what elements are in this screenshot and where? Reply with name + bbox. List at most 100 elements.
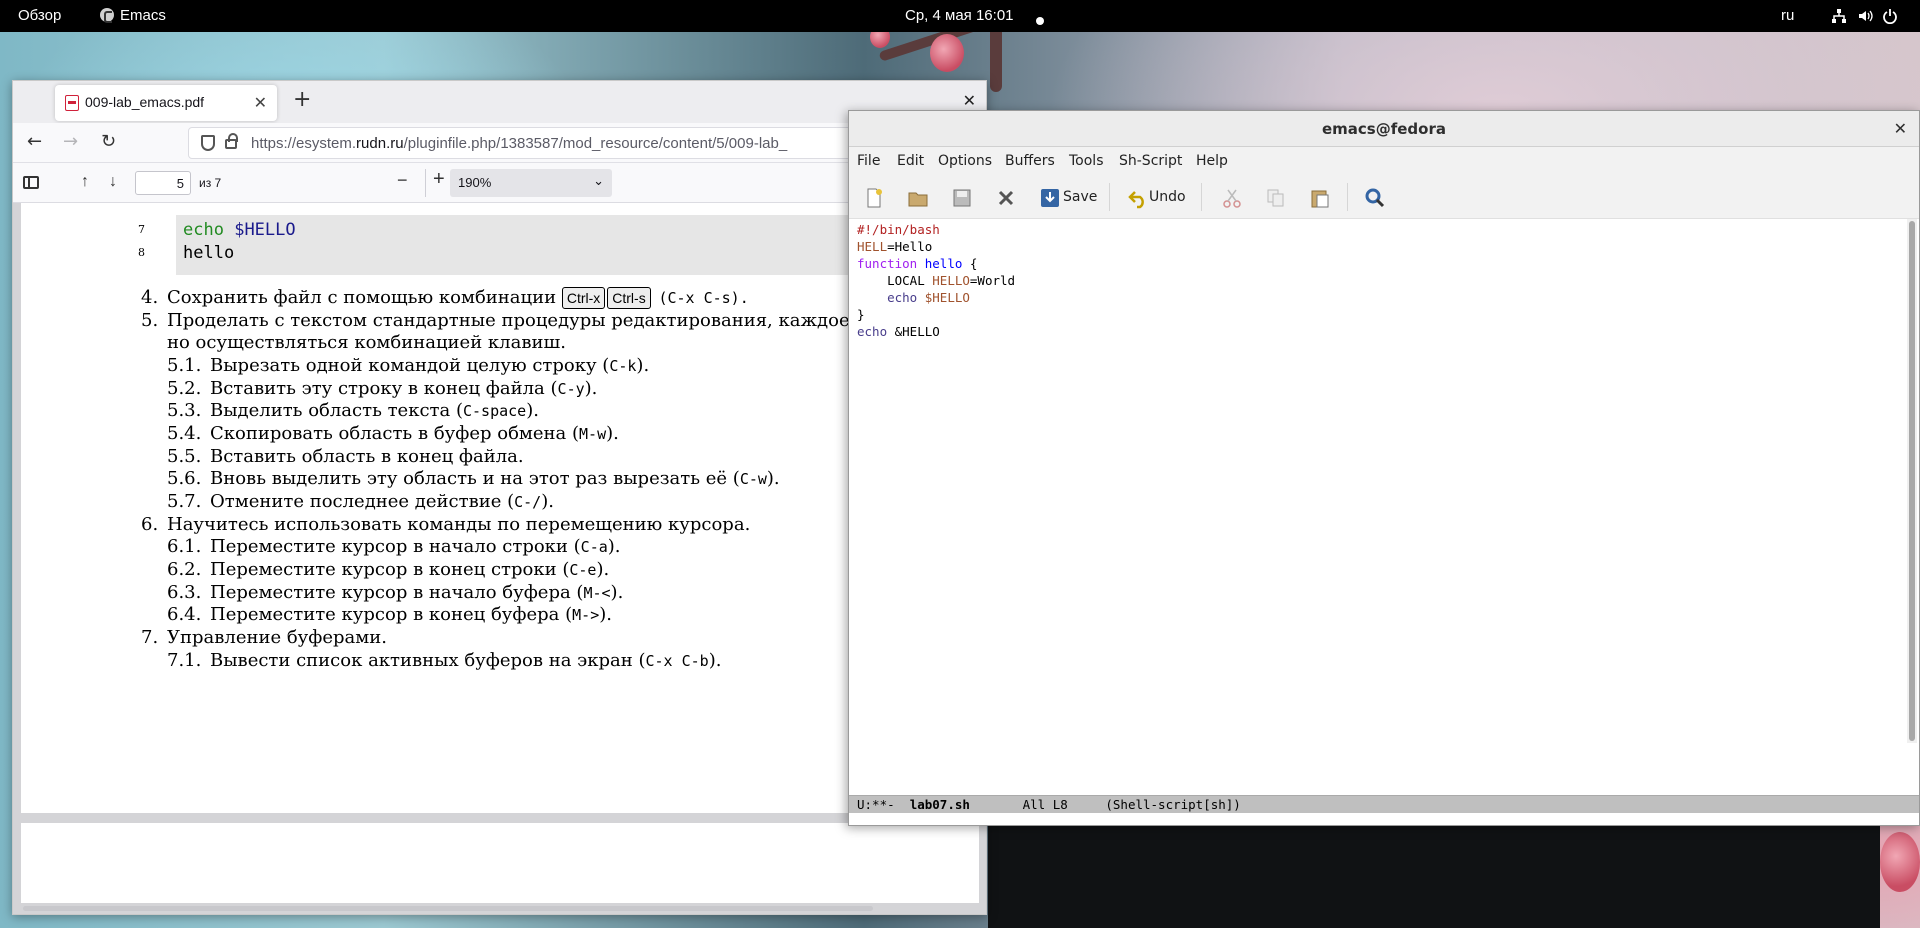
list-item: 6.4. Переместите курсор в конец буфера (M… (167, 604, 612, 625)
page-number-input[interactable]: 5 (135, 171, 191, 195)
pdf-next-page (21, 823, 979, 903)
key-ctrl-s: Ctrl-s (607, 287, 651, 309)
list-item: 5.6. Вновь выделить эту область и на этот… (167, 468, 780, 489)
tab-close-icon[interactable]: ✕ (254, 93, 267, 113)
source-line: echo &HELLO (857, 324, 940, 339)
horizontal-scrollbar[interactable] (23, 906, 873, 911)
wallpaper-branch (878, 32, 1129, 62)
page-count: из 7 (199, 176, 222, 190)
list-item: 6.2. Переместите курсор в конец строки (C… (167, 559, 610, 580)
list-item: 5.3. Выделить область текста (C-space). (167, 400, 539, 421)
list-item: 5.1. Вырезать одной командой целую строку… (167, 355, 650, 376)
emacs-app-icon (100, 8, 114, 23)
list-item: 5.2. Вставить эту строку в конец файла (C… (167, 378, 598, 399)
url-text: https://esystem.rudn.ru/pluginfile.php/1… (251, 135, 788, 152)
source-line: } (857, 307, 865, 322)
keyboard-layout-indicator[interactable]: ru (1781, 7, 1794, 24)
save-button[interactable]: Save (1063, 189, 1097, 205)
menu-edit[interactable]: Edit (897, 153, 924, 169)
modeline-major-mode[interactable]: (Shell-script[sh]) (1105, 797, 1240, 812)
code-line: echo $HELLO (183, 220, 296, 240)
cut-scissors-icon[interactable] (1221, 187, 1243, 209)
list-item: 6. Научитесь использовать команды по пере… (141, 514, 751, 535)
zoom-value: 190% (458, 175, 492, 190)
toolbar-separator (1201, 183, 1202, 211)
zoom-select[interactable]: 190% ⌄ (450, 169, 612, 197)
reload-icon[interactable]: ↻ (101, 132, 116, 152)
toolbar-separator (1347, 183, 1348, 211)
next-page-icon[interactable]: ↓ (109, 173, 117, 191)
clock[interactable]: Ср, 4 мая 16:01 (905, 7, 1014, 24)
wallpaper-blossom (1880, 832, 1920, 892)
emacs-toolbar: Save Undo (849, 175, 1919, 219)
list-item: 6.1. Переместите курсор в начало строки (… (167, 536, 621, 557)
list-item: 5. Проделать с текстом стандартные проце… (141, 310, 900, 331)
power-icon[interactable] (1882, 8, 1898, 24)
list-item: 7.1. Вывести список активных буферов на э… (167, 650, 722, 671)
notification-dot-icon (1036, 12, 1044, 29)
sidebar-toggle-icon[interactable] (23, 176, 39, 189)
new-file-icon[interactable] (863, 187, 885, 209)
menu-options[interactable]: Options (938, 153, 992, 169)
list-item: 7. Управление буферами. (141, 627, 387, 648)
source-line: function hello { (857, 256, 978, 271)
undo-button[interactable]: Undo (1149, 189, 1186, 205)
tab-pdf[interactable]: 009-lab_emacs.pdf ✕ (55, 85, 277, 121)
window-close-icon[interactable]: ✕ (963, 91, 976, 110)
list-item: 5.4. Скопировать область в буфер обмена (… (167, 423, 619, 444)
menu-file[interactable]: File (857, 153, 880, 169)
menu-buffers[interactable]: Buffers (1005, 153, 1055, 169)
toolbar-separator (425, 169, 426, 197)
network-icon[interactable] (1831, 8, 1847, 24)
open-folder-icon[interactable] (907, 187, 929, 209)
source-line: #!/bin/bash (857, 222, 940, 237)
code-line-number: 7 (138, 223, 145, 236)
wallpaper-blossom (870, 32, 890, 48)
zoom-in-icon[interactable]: + (433, 169, 445, 189)
emacs-edit-buffer[interactable]: #!/bin/bash HELL=Hello function hello { … (849, 219, 1905, 825)
menu-help[interactable]: Help (1196, 153, 1228, 169)
mode-line: U:**- lab07.sh All L8 (Shell-script[sh]) (849, 795, 1919, 813)
lock-icon[interactable] (225, 133, 238, 149)
forward-arrow-icon[interactable]: → (63, 132, 78, 152)
wallpaper-blossom (930, 34, 964, 72)
previous-page-icon[interactable]: ↑ (81, 173, 89, 191)
desktop-dark-area (988, 826, 1880, 928)
shield-icon[interactable] (201, 135, 215, 151)
menu-tools[interactable]: Tools (1069, 153, 1104, 169)
window-close-icon[interactable]: ✕ (1894, 119, 1907, 138)
code-line-number: 8 (138, 246, 145, 259)
emacs-titlebar: emacs@fedora ✕ (849, 111, 1919, 147)
list-item-continuation: но осуществляться комбинацией клавиш. (167, 332, 566, 353)
activities-button[interactable]: Обзор (18, 7, 61, 24)
scrollbar-thumb[interactable] (1909, 221, 1915, 741)
tab-bar: 009-lab_emacs.pdf ✕ + ✕ (13, 81, 986, 123)
close-buffer-icon[interactable] (995, 187, 1017, 209)
list-item: 4. Сохранить файл с помощью комбинации C… (141, 287, 749, 309)
search-icon[interactable] (1364, 187, 1386, 209)
key-ctrl-x: Ctrl-x (561, 287, 606, 309)
pdf-viewer[interactable]: 7 8 echo $HELLO hello 4. Сохранить файл … (13, 203, 986, 914)
menu-sh-script[interactable]: Sh-Script (1119, 153, 1182, 169)
app-menu-button[interactable]: Emacs (100, 7, 166, 24)
undo-icon[interactable] (1127, 187, 1149, 209)
copy-icon[interactable] (1265, 187, 1287, 209)
save-icon[interactable] (1039, 187, 1061, 209)
tab-title: 009-lab_emacs.pdf (85, 94, 205, 110)
paste-icon[interactable] (1309, 187, 1331, 209)
save-disk-icon[interactable] (951, 187, 973, 209)
navigation-bar: ← → ↻ https://esystem.rudn.ru/pluginfile… (13, 123, 986, 163)
new-tab-icon[interactable]: + (293, 89, 311, 111)
volume-icon[interactable] (1857, 8, 1873, 24)
chevron-down-icon: ⌄ (593, 173, 604, 188)
source-line: echo $HELLO (887, 290, 970, 305)
vertical-scrollbar[interactable] (1907, 219, 1917, 743)
minibuffer[interactable] (849, 813, 1919, 825)
firefox-window: 009-lab_emacs.pdf ✕ + ✕ ← → ↻ https://es… (12, 80, 987, 915)
zoom-out-icon[interactable]: − (397, 171, 408, 189)
modeline-buffer-name[interactable]: lab07.sh (910, 797, 970, 812)
pdf-icon (65, 95, 79, 111)
back-arrow-icon[interactable]: ← (27, 132, 42, 152)
emacs-menubar: File Edit Options Buffers Tools Sh-Scrip… (849, 147, 1919, 175)
pdf-page: 7 8 echo $HELLO hello 4. Сохранить файл … (21, 203, 979, 813)
